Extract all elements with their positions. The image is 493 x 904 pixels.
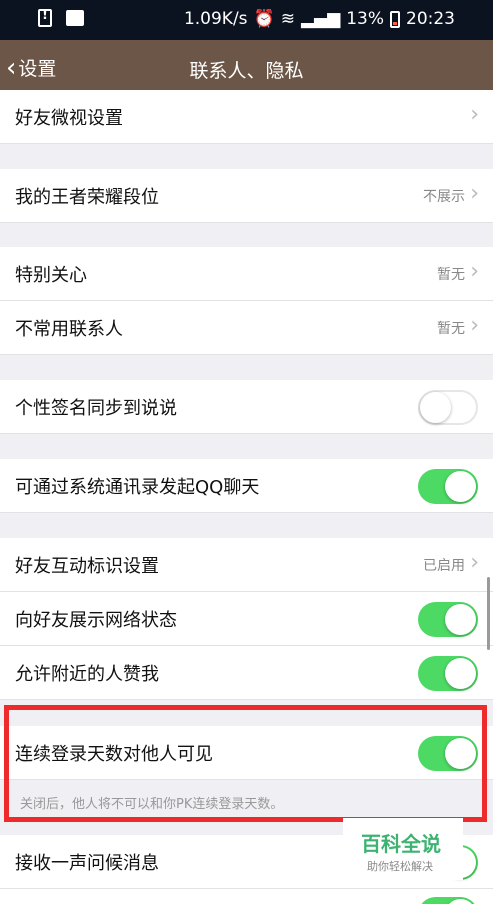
battery-icon	[390, 10, 400, 28]
next-toggle[interactable]	[418, 897, 478, 904]
row-special-care[interactable]: 特别关心 暂无 ›	[0, 247, 493, 301]
alert-icon	[38, 8, 52, 27]
watermark-subtitle: 助你轻松解决	[367, 860, 433, 873]
row-value: 已启用	[423, 558, 465, 574]
network-speed: 1.09K/s	[183, 9, 248, 29]
row-label: 可通过系统通讯录发起QQ聊天	[15, 477, 260, 498]
row-label: 好友微视设置	[15, 108, 123, 129]
row-label: 个性签名同步到说说	[15, 398, 177, 419]
watermark-title: 百科全说	[361, 832, 441, 856]
battery-percent: 13%	[346, 9, 384, 29]
chevron-right-icon: ›	[470, 550, 479, 575]
chevron-right-icon: ›	[470, 259, 479, 284]
row-value: 不展示	[423, 189, 465, 205]
scrollbar[interactable]	[487, 577, 490, 650]
row-show-network-status: 向好友展示网络状态	[0, 592, 493, 646]
signature-sync-toggle[interactable]	[418, 390, 478, 425]
row-friends-micro-video[interactable]: 好友微视设置 ›	[0, 90, 493, 144]
row-friend-interaction[interactable]: 好友互动标识设置 已启用 ›	[0, 538, 493, 592]
red-highlight-box	[4, 705, 487, 822]
row-nearby-like: 允许附近的人赞我	[0, 646, 493, 700]
row-signature-sync: 个性签名同步到说说	[0, 380, 493, 434]
row-label: 特别关心	[15, 265, 87, 286]
show-network-status-toggle[interactable]	[418, 602, 478, 637]
watermark-logo: 百科全说 助你轻松解决	[343, 818, 463, 880]
signal-icon: ▂▄▆	[300, 9, 341, 29]
row-label: 允许附近的人赞我	[15, 664, 159, 685]
system-contacts-qq-toggle[interactable]	[418, 469, 478, 504]
row-honor-rank[interactable]: 我的王者荣耀段位 不展示 ›	[0, 169, 493, 223]
row-value: 暂无	[437, 321, 465, 337]
row-label: 我的王者荣耀段位	[15, 187, 159, 208]
row-next-partial	[0, 889, 493, 904]
row-label: 接收一声问候消息	[15, 853, 159, 874]
row-infrequent-contacts[interactable]: 不常用联系人 暂无 ›	[0, 301, 493, 355]
page-title: 联系人、隐私	[189, 60, 304, 82]
row-label: 好友互动标识设置	[15, 556, 159, 577]
row-system-contacts-qq: 可通过系统通讯录发起QQ聊天	[0, 459, 493, 513]
clock: 20:23	[406, 9, 455, 29]
nearby-like-toggle[interactable]	[418, 656, 478, 691]
chevron-right-icon: ›	[470, 313, 479, 338]
image-icon	[66, 10, 84, 26]
row-label: 向好友展示网络状态	[15, 610, 177, 631]
wifi-icon: ≋	[280, 9, 295, 29]
row-value: 暂无	[437, 267, 465, 283]
nav-bar: ‹ 设置 联系人、隐私	[0, 40, 493, 97]
chevron-right-icon: ›	[470, 102, 479, 127]
status-bar: 1.09K/s ⏰ ≋ ▂▄▆ 13% 20:23	[0, 0, 493, 40]
row-label: 不常用联系人	[15, 319, 123, 340]
chevron-right-icon: ›	[470, 181, 479, 206]
alarm-icon: ⏰	[253, 9, 275, 29]
